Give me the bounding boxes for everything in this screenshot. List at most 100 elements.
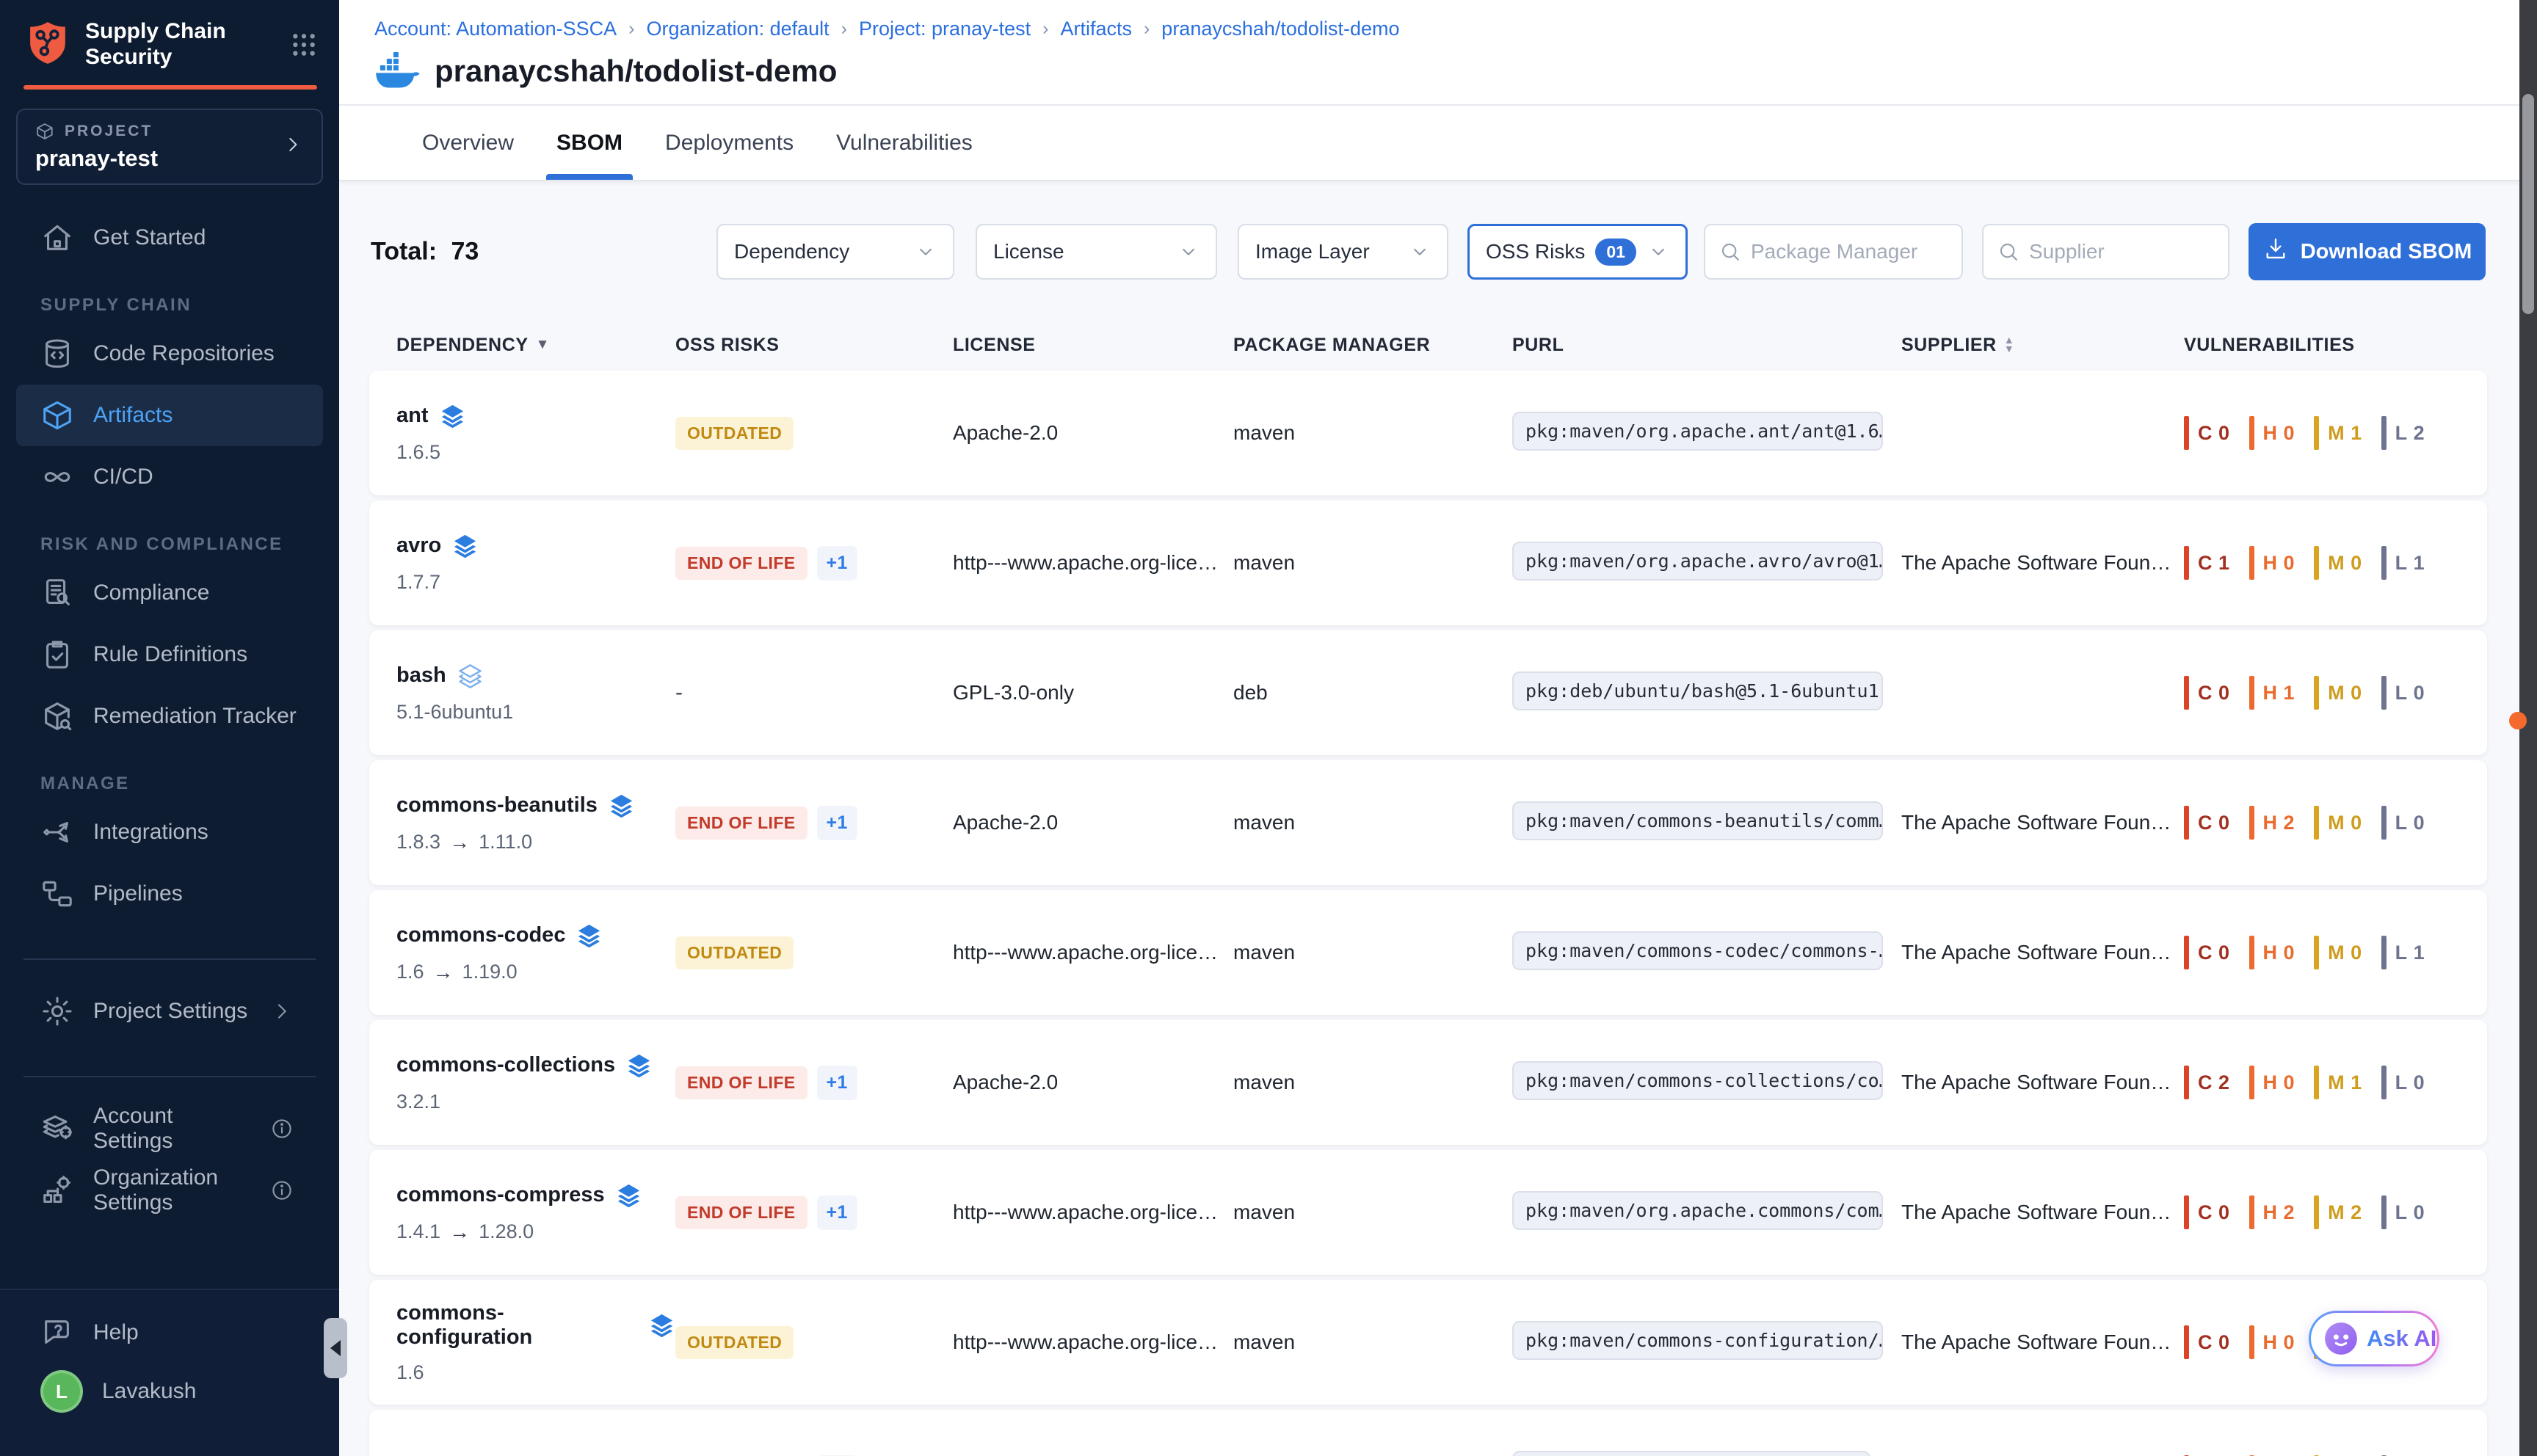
scrollbar-thumb[interactable] (2522, 94, 2534, 314)
breadcrumb-item[interactable]: Artifacts (1060, 18, 1132, 40)
tab-deployments[interactable]: Deployments (665, 106, 794, 180)
project-selector[interactable]: PROJECT pranay-test (16, 109, 323, 185)
breadcrumb-item[interactable]: Organization: default (647, 18, 830, 40)
table-row[interactable]: commons-beanutils1.8.3→1.11.0END OF LIFE… (369, 760, 2487, 885)
wrenchbox-icon (40, 699, 74, 733)
severity-bar (2249, 1325, 2254, 1359)
column-header-supplier[interactable]: SUPPLIER▲▼ (1901, 335, 2184, 356)
sidebar-item-account-settings[interactable]: Account Settings (16, 1098, 323, 1160)
tab-vulnerabilities[interactable]: Vulnerabilities (836, 106, 973, 180)
sidebar-item-integrations[interactable]: Integrations (16, 801, 323, 863)
sidebar-collapse-handle[interactable] (324, 1318, 347, 1378)
vuln-chip-h[interactable]: H0 (2249, 546, 2295, 580)
table-row[interactable]: commons-codec1.6→1.19.0OUTDATEDhttp---ww… (369, 890, 2487, 1015)
table-row[interactable]: avro1.7.7END OF LIFE+1http---www.apache.… (369, 500, 2487, 625)
vuln-chip-m[interactable]: M1 (2314, 1066, 2362, 1099)
filter-license[interactable]: License (976, 224, 1217, 280)
sidebar-item-rule-definitions[interactable]: Rule Definitions (16, 624, 323, 685)
vuln-chip-h[interactable]: H0 (2249, 416, 2295, 450)
severity-bar (2249, 416, 2254, 450)
download-icon (2262, 236, 2289, 268)
breadcrumb-separator: › (1144, 18, 1150, 40)
table-row[interactable]: commons-collections3.2.1END OF LIFE+1Apa… (369, 1020, 2487, 1145)
user-menu[interactable]: L Lavakush (16, 1362, 323, 1421)
vuln-chip-m[interactable]: M1 (2314, 416, 2362, 450)
table-row[interactable]: bash5.1-6ubuntu1-GPL-3.0-onlydebpkg:deb/… (369, 630, 2487, 755)
table-row[interactable]: commons-compress1.4.1→1.28.0END OF LIFE+… (369, 1150, 2487, 1275)
risk-badge-more[interactable]: +1 (817, 1066, 857, 1100)
breadcrumb-item[interactable]: Project: pranay-test (859, 18, 1031, 40)
ai-robot-icon (2323, 1320, 2359, 1357)
vuln-chip-c[interactable]: C0 (2184, 936, 2230, 969)
vuln-chip-l[interactable]: L0 (2381, 1066, 2425, 1099)
tab-overview[interactable]: Overview (422, 106, 514, 180)
vuln-chip-l[interactable]: L2 (2381, 416, 2425, 450)
vuln-chip-c[interactable]: C2 (2184, 1066, 2230, 1099)
table-row[interactable]: commons-fileuploadEND OF LIFE+1Apache-2.… (369, 1410, 2487, 1456)
sidebar-item-remediation-tracker[interactable]: Remediation Tracker (16, 685, 323, 747)
vuln-chip-c[interactable]: C0 (2184, 416, 2230, 450)
vuln-chip-c[interactable]: C0 (2184, 1325, 2230, 1359)
table-row[interactable]: ant1.6.5OUTDATEDApache-2.0mavenpkg:maven… (369, 371, 2487, 495)
severity-bar (2381, 936, 2387, 969)
ask-ai-button[interactable]: Ask AI (2309, 1311, 2439, 1366)
vuln-chip-c[interactable]: C0 (2184, 676, 2230, 710)
dependency-name: commons-compress (396, 1183, 605, 1207)
scrollbar-track[interactable] (2519, 0, 2537, 1456)
sidebar-item-get-started[interactable]: Get Started (16, 207, 323, 269)
download-sbom-button[interactable]: Download SBOM (2249, 223, 2486, 280)
severity-letter: H (2263, 422, 2278, 445)
vuln-chip-m[interactable]: M0 (2314, 546, 2362, 580)
vuln-chip-h[interactable]: H0 (2249, 936, 2295, 969)
sidebar-item-cicd[interactable]: CI/CD (16, 446, 323, 508)
sidebar-item-label: Integrations (93, 820, 208, 845)
breadcrumb-item[interactable]: pranaycshah/todolist-demo (1161, 18, 1399, 40)
vuln-chip-c[interactable]: C0 (2184, 1195, 2230, 1229)
sidebar-item-help[interactable]: Help (16, 1303, 323, 1362)
column-label: SUPPLIER (1901, 335, 1997, 356)
purl-chip: pkg:maven/commons-fileupload/… (1512, 1451, 1870, 1456)
vuln-chip-l[interactable]: L0 (2381, 806, 2425, 840)
severity-bar (2381, 546, 2387, 580)
app-switcher-grid-icon[interactable] (289, 30, 319, 59)
filter-image-layer[interactable]: Image Layer (1238, 224, 1448, 280)
vuln-chip-m[interactable]: M2 (2314, 1195, 2362, 1229)
sidebar-item-organization-settings[interactable]: Organization Settings (16, 1160, 323, 1221)
vuln-chip-m[interactable]: M0 (2314, 936, 2362, 969)
vuln-chip-l[interactable]: L0 (2381, 676, 2425, 710)
filter-dependency[interactable]: Dependency (716, 224, 954, 280)
severity-count: 0 (2351, 552, 2362, 575)
risk-badge-outdated: OUTDATED (675, 417, 794, 450)
sidebar-item-pipelines[interactable]: Pipelines (16, 863, 323, 925)
vuln-chip-h[interactable]: H0 (2249, 1066, 2295, 1099)
breadcrumb-item[interactable]: Account: Automation-SSCA (374, 18, 617, 40)
vuln-chip-h[interactable]: H2 (2249, 1195, 2295, 1229)
purl-cell: pkg:maven/commons-fileupload/… (1512, 1451, 1901, 1456)
vuln-chip-c[interactable]: C1 (2184, 546, 2230, 580)
sidebar-item-code-repositories[interactable]: Code Repositories (16, 323, 323, 385)
vuln-chip-l[interactable]: L1 (2381, 546, 2425, 580)
sidebar-item-project-settings[interactable]: Project Settings (16, 980, 323, 1042)
sidebar-item-artifacts[interactable]: Artifacts (16, 385, 323, 446)
supplier-input[interactable] (2029, 240, 2215, 263)
risk-badge-more[interactable]: +1 (817, 806, 857, 840)
filter-oss-risks[interactable]: OSS Risks01 (1467, 224, 1688, 280)
risk-badge-more[interactable]: +1 (817, 546, 857, 580)
vuln-chip-c[interactable]: C0 (2184, 806, 2230, 840)
column-header-dependency[interactable]: DEPENDENCY▼ (396, 335, 675, 356)
vuln-chip-h[interactable]: H0 (2249, 1325, 2295, 1359)
table-row[interactable]: commons-configuration1.6OUTDATEDhttp---w… (369, 1280, 2487, 1405)
sidebar-item-compliance[interactable]: Compliance (16, 562, 323, 624)
vuln-chip-h[interactable]: H1 (2249, 676, 2295, 710)
vuln-chip-l[interactable]: L0 (2381, 1195, 2425, 1229)
vuln-chip-m[interactable]: M0 (2314, 806, 2362, 840)
layers-icon (615, 1182, 642, 1209)
severity-bar (2249, 676, 2254, 710)
tab-sbom[interactable]: SBOM (556, 106, 623, 180)
supplier-cell: The Apache Software Foun… (1901, 1071, 2184, 1094)
vuln-chip-l[interactable]: L1 (2381, 936, 2425, 969)
risk-badge-more[interactable]: +1 (817, 1195, 857, 1230)
package-manager-input[interactable] (1751, 240, 1948, 263)
vuln-chip-m[interactable]: M0 (2314, 676, 2362, 710)
vuln-chip-h[interactable]: H2 (2249, 806, 2295, 840)
